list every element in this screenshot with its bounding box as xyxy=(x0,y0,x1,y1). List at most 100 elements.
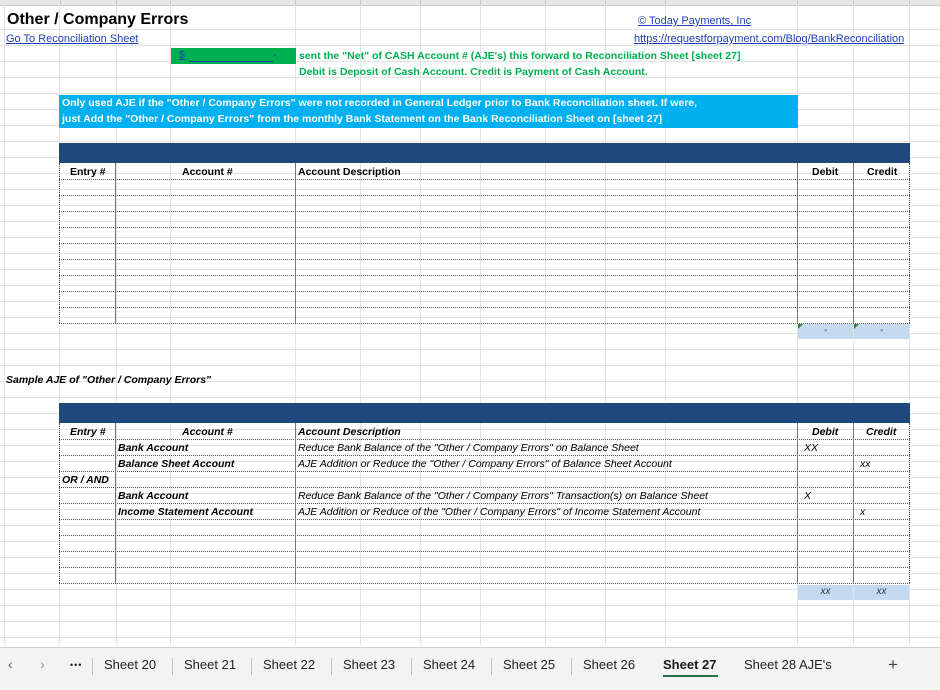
sample-header-description: Account Description xyxy=(298,426,401,438)
goto-reconciliation-link[interactable]: Go To Reconciliation Sheet xyxy=(6,33,139,45)
table1-row-border xyxy=(59,259,910,260)
sheet-tab-sheet-21[interactable]: Sheet 21 xyxy=(184,657,236,672)
table1-row-border xyxy=(59,243,910,244)
grid-row-line xyxy=(0,317,940,318)
more-sheets-icon[interactable]: ••• xyxy=(70,660,82,670)
grid-row-line xyxy=(0,349,940,350)
sample-row2-credit[interactable]: xx xyxy=(860,458,871,470)
scroll-tabs-right-icon[interactable]: › xyxy=(40,656,45,672)
table1-row-border xyxy=(59,307,910,308)
add-sheet-button[interactable]: + xyxy=(888,655,898,675)
sample-row-border xyxy=(59,567,910,568)
sample-column-border xyxy=(115,423,116,583)
sample-row4-credit[interactable]: x xyxy=(860,506,865,518)
table1-debit-total[interactable]: - xyxy=(798,324,853,339)
info-line-1: Only used AJE if the "Other / Company Er… xyxy=(62,97,698,109)
tab-separator xyxy=(172,658,173,675)
sample-row-border xyxy=(59,503,910,504)
sample-header-debit: Debit xyxy=(812,426,839,438)
sample-row3-account[interactable]: Bank Account xyxy=(118,490,188,502)
grid-row-line xyxy=(0,301,940,302)
table1-column-border xyxy=(59,163,60,323)
sheet-tab-sheet-24[interactable]: Sheet 24 xyxy=(423,657,475,672)
table1-row-border xyxy=(59,323,910,324)
sample-column-border xyxy=(853,423,854,583)
table1-header-account: Account # xyxy=(182,166,233,178)
table1-row-border xyxy=(59,211,910,212)
column-header-strip[interactable] xyxy=(0,0,940,6)
scroll-tabs-left-icon[interactable]: ‹ xyxy=(8,656,13,672)
sample-credit-total[interactable]: xx xyxy=(854,585,909,600)
grid-row-line xyxy=(0,557,940,558)
grid-row-line xyxy=(0,45,940,46)
sample-row-border xyxy=(59,439,910,440)
blog-url-link[interactable]: https://requestforpayment.com/Blog/BankR… xyxy=(634,33,940,45)
table1-column-border xyxy=(853,163,854,323)
table1-row-border xyxy=(59,275,910,276)
grid-row-line xyxy=(0,637,940,638)
sample-or-and[interactable]: OR / AND xyxy=(62,474,109,486)
table1-row-border xyxy=(59,291,910,292)
sample-column-border xyxy=(295,423,296,583)
sheet-tab-sheet-28-aje-s[interactable]: Sheet 28 AJE's xyxy=(744,657,832,672)
grid-row-line xyxy=(0,221,940,222)
sample-header-account: Account # xyxy=(182,426,233,438)
tab-separator xyxy=(571,658,572,675)
table1-credit-total[interactable]: - xyxy=(854,324,909,339)
sample-column-border xyxy=(797,423,798,583)
sheet-tab-sheet-20[interactable]: Sheet 20 xyxy=(104,657,156,672)
grid-row-line xyxy=(0,429,940,430)
table1-column-border xyxy=(909,163,910,323)
sheet-tab-sheet-22[interactable]: Sheet 22 xyxy=(263,657,315,672)
grid-row-line xyxy=(0,477,940,478)
net-value-cell[interactable]: $ - xyxy=(171,48,296,64)
copyright-link[interactable]: © Today Payments, Inc xyxy=(638,15,751,27)
sample-row3-debit[interactable]: X xyxy=(804,490,811,502)
sample-header-credit: Credit xyxy=(866,426,897,438)
sheet-tab-sheet-23[interactable]: Sheet 23 xyxy=(343,657,395,672)
table1-header-credit: Credit xyxy=(867,166,898,178)
grid-row-line xyxy=(0,29,940,30)
grid-row-line xyxy=(0,141,940,142)
grid-row-line xyxy=(0,237,940,238)
sample-debit-total[interactable]: xx xyxy=(798,585,853,600)
sample-row1-debit[interactable]: XX xyxy=(804,442,818,454)
tab-separator xyxy=(92,658,93,675)
grid-row-line xyxy=(0,541,940,542)
grid-row-line xyxy=(0,173,940,174)
sheet-tab-sheet-25[interactable]: Sheet 25 xyxy=(503,657,555,672)
green-note-debit-credit: Debit is Deposit of Cash Account. Credit… xyxy=(299,66,648,78)
sample-row1-description[interactable]: Reduce Bank Balance of the "Other / Comp… xyxy=(298,442,639,454)
grid-column-line xyxy=(4,5,5,645)
sheet-tab-sheet-27[interactable]: Sheet 27 xyxy=(663,657,716,672)
table1-row-border xyxy=(59,227,910,228)
sample-caption: Sample AJE of "Other / Company Errors" xyxy=(6,374,212,386)
sample-row-border xyxy=(59,535,910,536)
grid-row-line xyxy=(0,397,940,398)
grid-row-line xyxy=(0,621,940,622)
sample-row-border xyxy=(59,519,910,520)
debit-total-formula-marker xyxy=(798,324,803,329)
sample-header-entry: Entry # xyxy=(70,426,106,438)
sample-row2-description[interactable]: AJE Addition or Reduce the "Other / Comp… xyxy=(298,458,672,470)
sample-row4-account[interactable]: Income Statement Account xyxy=(118,506,253,518)
sheet-tab-sheet-26[interactable]: Sheet 26 xyxy=(583,657,635,672)
table1-row-border xyxy=(59,179,910,180)
table1-header-description: Account Description xyxy=(298,166,401,178)
sample-column-border xyxy=(909,423,910,583)
sample-row1-account[interactable]: Bank Account xyxy=(118,442,188,454)
net-value-underline xyxy=(189,61,273,62)
tab-separator xyxy=(331,658,332,675)
sample-row2-account[interactable]: Balance Sheet Account xyxy=(118,458,234,470)
tab-separator xyxy=(491,658,492,675)
tab-separator xyxy=(251,658,252,675)
sheet-tab-bar: ‹ › ••• Sheet 20 Sheet 21 Sheet 22 Sheet 23… xyxy=(0,647,940,690)
grid-row-line xyxy=(0,365,940,366)
net-value-symbol: $ xyxy=(179,49,185,61)
page-title: Other / Company Errors xyxy=(7,11,189,28)
sample-row3-description[interactable]: Reduce Bank Balance of the "Other / Comp… xyxy=(298,490,708,502)
sample-row4-description[interactable]: AJE Addition or Reduce of the "Other / C… xyxy=(298,506,700,518)
grid-row-line xyxy=(0,573,940,574)
sample-row-border xyxy=(59,551,910,552)
info-line-2: just Add the "Other / Company Errors" fr… xyxy=(62,113,662,125)
